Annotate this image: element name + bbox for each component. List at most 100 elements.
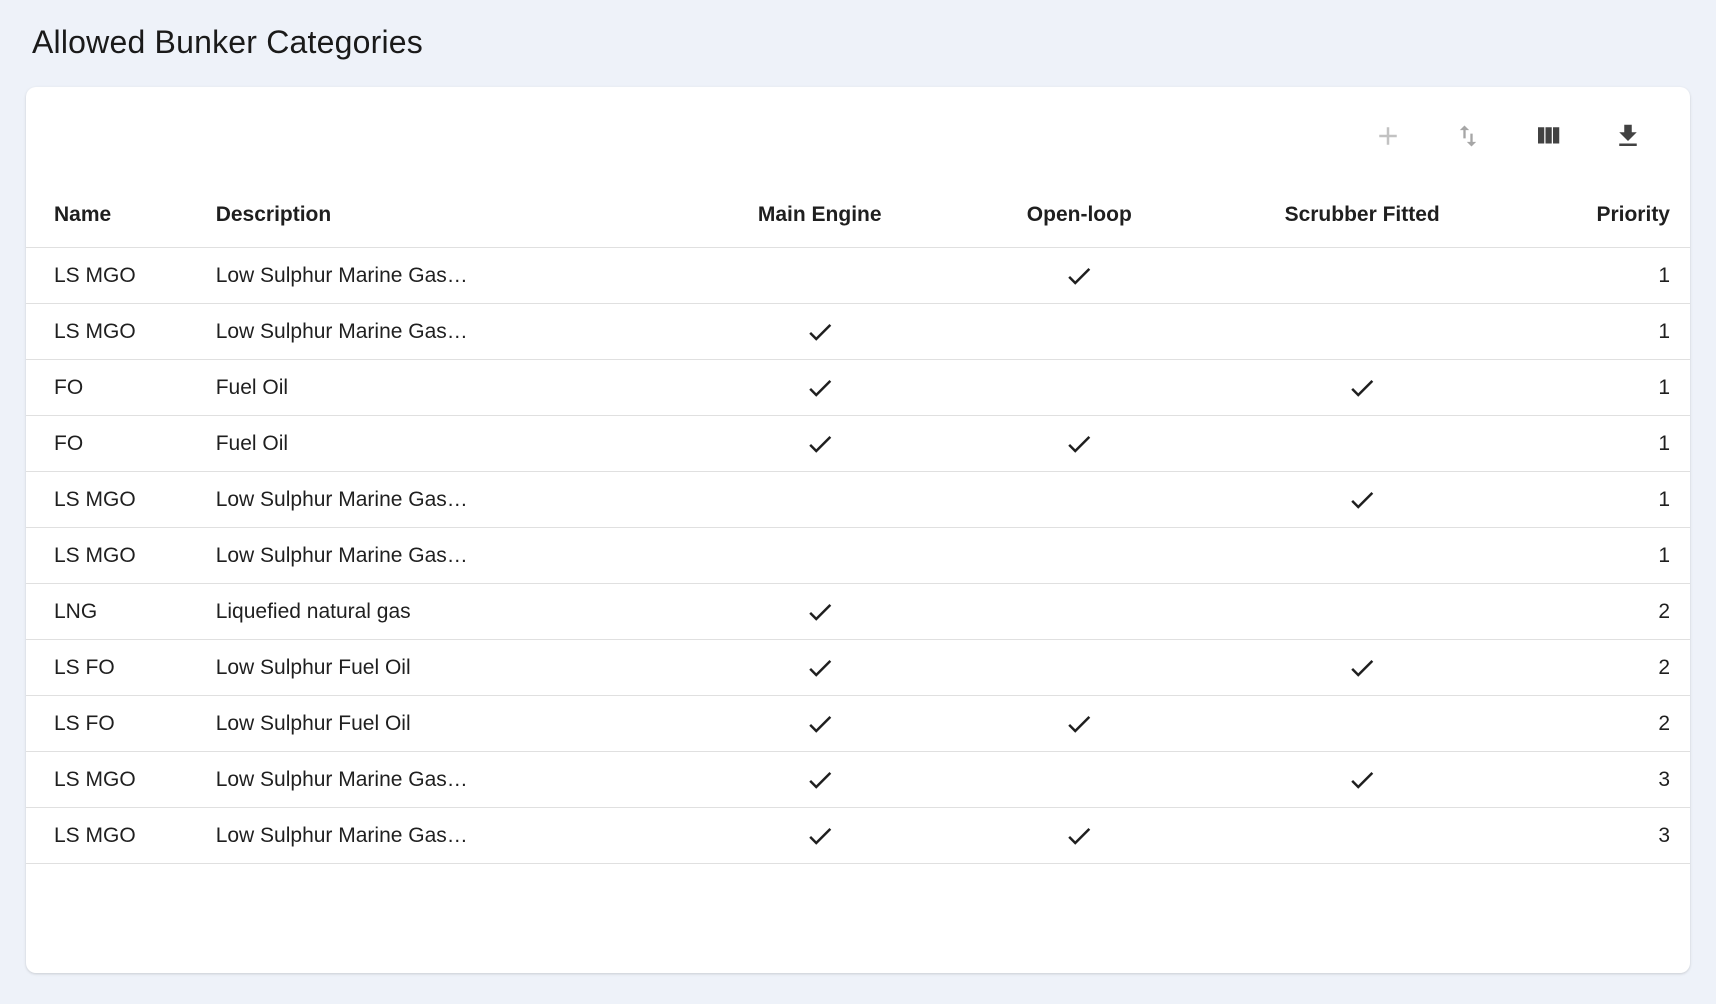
cell-name: FO xyxy=(26,360,216,416)
add-icon xyxy=(1373,121,1403,154)
main-engine-check-icon xyxy=(805,431,835,454)
table-row[interactable]: LS FOLow Sulphur Fuel Oil 2 xyxy=(26,640,1690,696)
table-row[interactable]: LS MGOLow Sulphur Marine Gas…1 xyxy=(26,528,1690,584)
cell-priority: 1 xyxy=(1519,360,1690,416)
table-row[interactable]: LS MGOLow Sulphur Marine Gas…1 xyxy=(26,248,1690,304)
open-loop-check-icon xyxy=(1064,823,1094,846)
open-loop-check-icon xyxy=(1064,711,1094,734)
cell-priority: 1 xyxy=(1519,528,1690,584)
cell-main-engine xyxy=(687,416,953,472)
cell-name: LS MGO xyxy=(26,528,216,584)
table-row[interactable]: LS MGOLow Sulphur Marine Gas…1 xyxy=(26,304,1690,360)
cell-open-loop xyxy=(953,472,1206,528)
table-row[interactable]: FOFuel Oil1 xyxy=(26,360,1690,416)
cell-open-loop xyxy=(953,416,1206,472)
cell-name: LS FO xyxy=(26,696,216,752)
cell-priority: 2 xyxy=(1519,696,1690,752)
cell-open-loop xyxy=(953,752,1206,808)
sort-icon xyxy=(1454,122,1482,153)
table-toolbar xyxy=(26,87,1690,189)
cell-priority: 3 xyxy=(1519,808,1690,864)
cell-scrubber-fitted xyxy=(1206,640,1519,696)
column-header-main-engine[interactable]: Main Engine xyxy=(687,189,953,248)
cell-open-loop xyxy=(953,584,1206,640)
cell-description: Fuel Oil xyxy=(216,416,687,472)
cell-main-engine xyxy=(687,304,953,360)
download-button[interactable] xyxy=(1612,121,1644,153)
main-engine-check-icon xyxy=(805,767,835,790)
cell-description: Low Sulphur Marine Gas… xyxy=(216,248,687,304)
cell-description: Low Sulphur Marine Gas… xyxy=(216,472,687,528)
cell-open-loop xyxy=(953,304,1206,360)
cell-name: LS MGO xyxy=(26,808,216,864)
cell-priority: 2 xyxy=(1519,640,1690,696)
column-header-open-loop[interactable]: Open-loop xyxy=(953,189,1206,248)
table-row[interactable]: LS FOLow Sulphur Fuel Oil 2 xyxy=(26,696,1690,752)
cell-scrubber-fitted xyxy=(1206,808,1519,864)
cell-open-loop xyxy=(953,360,1206,416)
cell-priority: 3 xyxy=(1519,752,1690,808)
column-header-description[interactable]: Description xyxy=(216,189,687,248)
main-engine-check-icon xyxy=(805,599,835,622)
cell-name: FO xyxy=(26,416,216,472)
bunker-categories-card: Name Description Main Engine Open-loop S… xyxy=(26,87,1690,973)
cell-main-engine xyxy=(687,752,953,808)
cell-scrubber-fitted xyxy=(1206,304,1519,360)
cell-main-engine xyxy=(687,584,953,640)
cell-main-engine xyxy=(687,696,953,752)
column-header-scrubber-fitted[interactable]: Scrubber Fitted xyxy=(1206,189,1519,248)
open-loop-check-icon xyxy=(1064,431,1094,454)
cell-main-engine xyxy=(687,640,953,696)
column-header-name[interactable]: Name xyxy=(26,189,216,248)
download-icon xyxy=(1613,121,1643,154)
columns-button[interactable] xyxy=(1532,121,1564,153)
sort-button[interactable] xyxy=(1452,121,1484,153)
cell-scrubber-fitted xyxy=(1206,696,1519,752)
open-loop-check-icon xyxy=(1064,263,1094,286)
cell-scrubber-fitted xyxy=(1206,416,1519,472)
main-engine-check-icon xyxy=(805,711,835,734)
column-header-priority[interactable]: Priority xyxy=(1519,189,1690,248)
cell-description: Low Sulphur Marine Gas… xyxy=(216,752,687,808)
cell-open-loop xyxy=(953,696,1206,752)
table-row[interactable]: LS MGOLow Sulphur Marine Gas… 3 xyxy=(26,808,1690,864)
scrubber-fitted-check-icon xyxy=(1347,767,1377,790)
table-row[interactable]: LS MGOLow Sulphur Marine Gas…3 xyxy=(26,752,1690,808)
cell-priority: 1 xyxy=(1519,472,1690,528)
cell-name: LS FO xyxy=(26,640,216,696)
cell-open-loop xyxy=(953,528,1206,584)
cell-description: Low Sulphur Fuel Oil xyxy=(216,696,687,752)
cell-scrubber-fitted xyxy=(1206,584,1519,640)
cell-description: Liquefied natural gas xyxy=(216,584,687,640)
cell-priority: 1 xyxy=(1519,416,1690,472)
add-button[interactable] xyxy=(1372,121,1404,153)
cell-scrubber-fitted xyxy=(1206,528,1519,584)
scrubber-fitted-check-icon xyxy=(1347,487,1377,510)
cell-main-engine xyxy=(687,808,953,864)
cell-description: Low Sulphur Marine Gas… xyxy=(216,808,687,864)
scrubber-fitted-check-icon xyxy=(1347,655,1377,678)
table-row[interactable]: FOFuel Oil 1 xyxy=(26,416,1690,472)
page: Allowed Bunker Categories xyxy=(0,0,1716,973)
cell-main-engine xyxy=(687,360,953,416)
cell-name: LS MGO xyxy=(26,248,216,304)
cell-priority: 1 xyxy=(1519,304,1690,360)
cell-open-loop xyxy=(953,640,1206,696)
cell-name: LS MGO xyxy=(26,472,216,528)
table-header: Name Description Main Engine Open-loop S… xyxy=(26,189,1690,248)
columns-icon xyxy=(1533,121,1563,154)
page-title: Allowed Bunker Categories xyxy=(32,24,1684,61)
cell-scrubber-fitted xyxy=(1206,248,1519,304)
table-row[interactable]: LS MGOLow Sulphur Marine Gas… 1 xyxy=(26,472,1690,528)
main-engine-check-icon xyxy=(805,375,835,398)
cell-scrubber-fitted xyxy=(1206,472,1519,528)
cell-main-engine xyxy=(687,472,953,528)
table-body: LS MGOLow Sulphur Marine Gas…1LS MGOLow … xyxy=(26,248,1690,864)
table-row[interactable]: LNGLiquefied natural gas2 xyxy=(26,584,1690,640)
cell-open-loop xyxy=(953,248,1206,304)
cell-main-engine xyxy=(687,248,953,304)
main-engine-check-icon xyxy=(805,823,835,846)
cell-priority: 2 xyxy=(1519,584,1690,640)
cell-description: Low Sulphur Fuel Oil xyxy=(216,640,687,696)
bunker-categories-table: Name Description Main Engine Open-loop S… xyxy=(26,189,1690,864)
